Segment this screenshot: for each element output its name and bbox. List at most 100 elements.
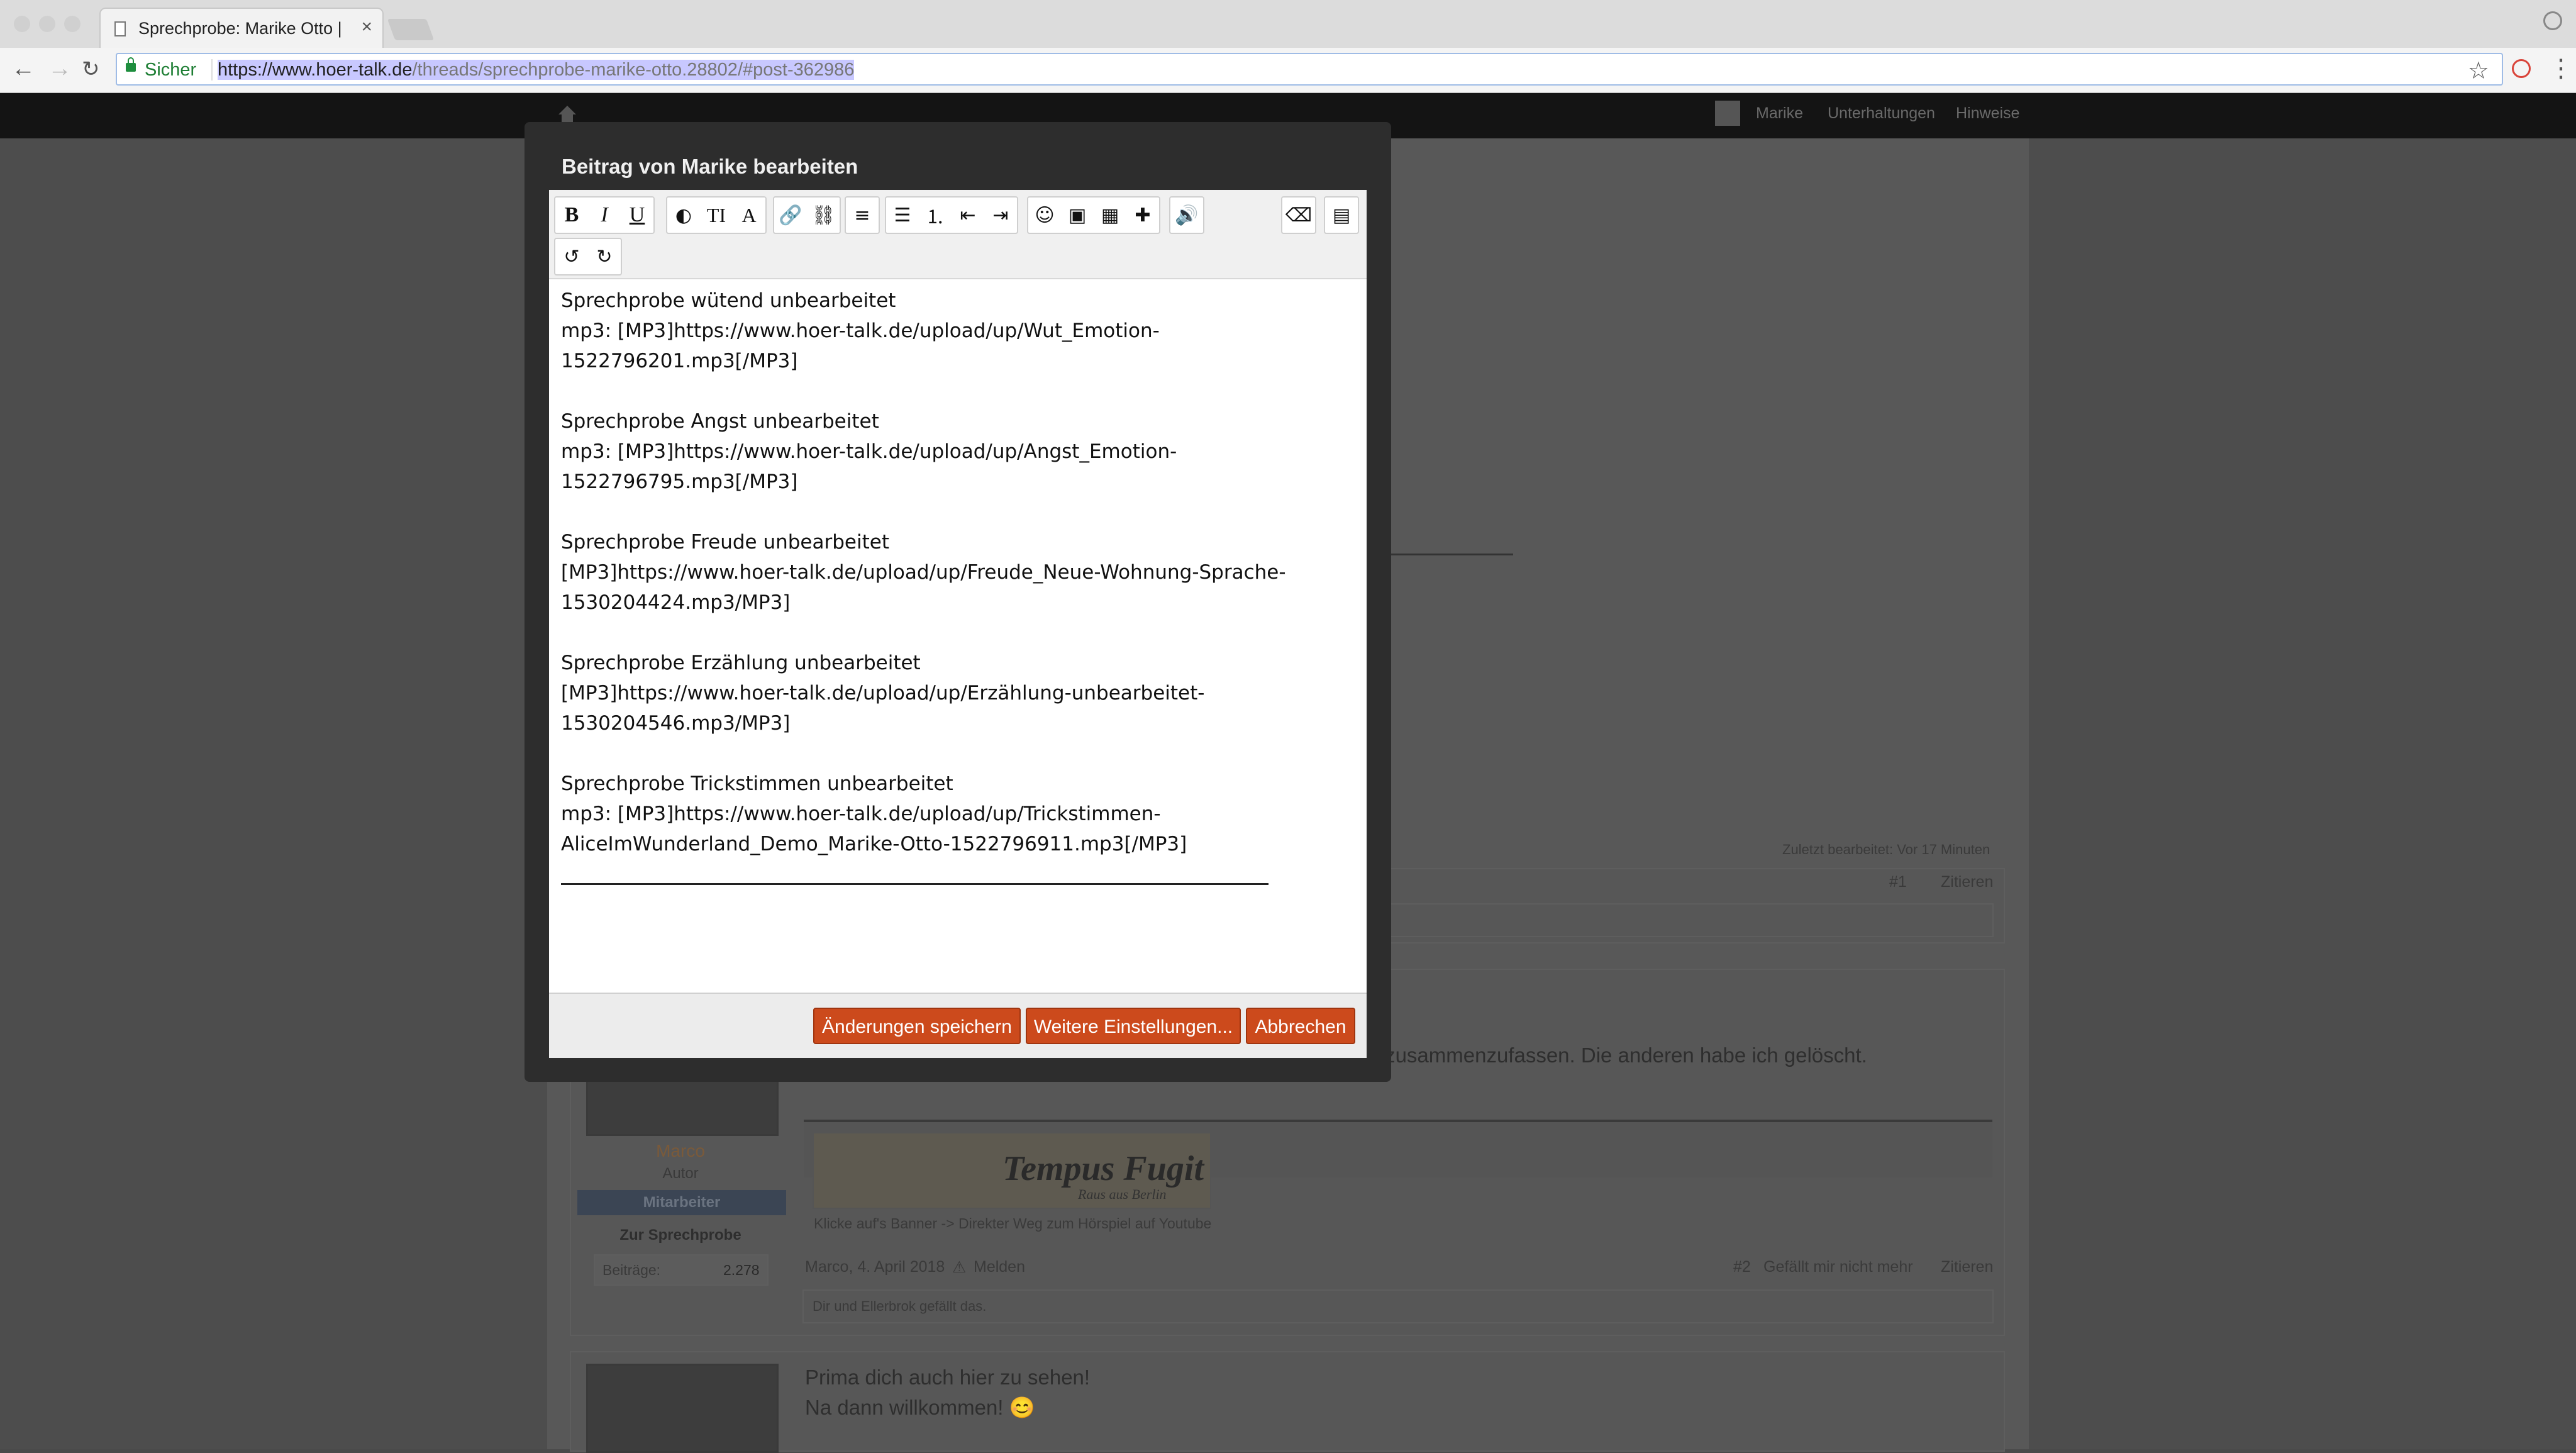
minimize-window-button[interactable] (39, 16, 55, 32)
menu-icon[interactable]: ⋮ (2548, 54, 2573, 83)
font-family-icon[interactable]: A (733, 198, 765, 233)
content-paragraph-4: Sprechprobe Erzählung unbearbeitet [MP3]… (561, 648, 1353, 738)
redo-icon[interactable]: ↻ (588, 239, 621, 274)
insert-group: ☺ ▣ ▦ ✚ (1027, 196, 1160, 234)
new-tab-button[interactable] (387, 19, 435, 40)
post-3-box (570, 1351, 2005, 1452)
extension-icon[interactable] (2512, 59, 2531, 78)
bold-icon[interactable]: B (555, 198, 588, 233)
link-group: 🔗 ⛓ (773, 196, 841, 234)
indent-icon[interactable]: ⇥ (984, 198, 1017, 233)
color-icon[interactable]: ◐ (667, 198, 700, 233)
paragraph-5-line2: AliceImWunderland_Demo_Marike-Otto-15227… (561, 833, 1187, 855)
staff-badge: Mitarbeiter (577, 1190, 786, 1215)
remove-format-icon[interactable]: ⌫ (1282, 198, 1315, 233)
close-tab-icon[interactable]: × (361, 16, 372, 38)
list-group: ☰ ⒈ ⇤ ⇥ (885, 196, 1018, 234)
paragraph-3-line: [MP3]https://www.hoer-talk.de/upload/up/… (561, 561, 1286, 584)
paragraph-4-line: [MP3]https://www.hoer-talk.de/upload/up/… (561, 682, 1205, 704)
italic-icon[interactable]: I (588, 198, 621, 233)
profile-icon[interactable] (2543, 11, 2562, 30)
insert-more-icon[interactable]: ✚ (1126, 198, 1159, 233)
user-avatar[interactable] (1715, 101, 1740, 126)
post-2-author-name[interactable]: Marco (586, 1141, 775, 1161)
report-link[interactable]: Melden (974, 1258, 1025, 1276)
header-alerts-link[interactable]: Hinweise (1956, 104, 2019, 123)
lock-icon (126, 57, 136, 72)
align-icon[interactable]: ≡ (846, 198, 879, 233)
post-1-number[interactable]: #1 (1889, 873, 1907, 891)
paragraph-3-title: Sprechprobe Freude unbearbeitet (561, 531, 889, 554)
maximize-window-button[interactable] (64, 16, 80, 32)
header-conversations-link[interactable]: Unterhaltungen (1828, 104, 1935, 123)
post-3-line-1: Prima dich auch hier zu sehen! (805, 1366, 1091, 1389)
link-icon[interactable]: 🔗 (774, 198, 807, 233)
font-size-icon[interactable]: TI (700, 198, 733, 233)
address-separator (211, 59, 213, 81)
save-changes-button[interactable]: Änderungen speichern (813, 1008, 1021, 1044)
bullet-list-icon[interactable]: ☰ (886, 198, 919, 233)
content-paragraph-1: Sprechprobe wütend unbearbeitet mp3: [MP… (561, 286, 1353, 376)
close-window-button[interactable] (14, 16, 30, 32)
editor-content[interactable]: Sprechprobe wütend unbearbeitet mp3: [MP… (561, 286, 1353, 889)
paragraph-3-line2: 1530204424.mp3/MP3] (561, 591, 791, 614)
home-icon[interactable] (558, 106, 576, 123)
browser-tab[interactable]: Sprechprobe: Marike Otto | Ho × (99, 8, 384, 48)
content-paragraph-3: Sprechprobe Freude unbearbeitet [MP3]htt… (561, 527, 1353, 618)
secure-label: Sicher (145, 60, 197, 80)
media-icon[interactable]: ▦ (1094, 198, 1126, 233)
paragraph-5-line: mp3: [MP3]https://www.hoer-talk.de/uploa… (561, 803, 1161, 825)
tempus-fugit-banner[interactable]: Tempus Fugit Raus aus Berlin (813, 1132, 1211, 1209)
banner-subtitle: Raus aus Berlin (1078, 1186, 1167, 1202)
unlink-icon[interactable]: ⛓ (807, 198, 840, 233)
url-path: /threads/sprechprobe-marike-otto.28802/#… (412, 60, 855, 80)
editor-toolbar: B I U ◐ TI A 🔗 ⛓ ≡ ☰ ⒈ ⇤ ⇥ ☺ ▣ ▦ ✚ 🔊 ⌫ ▤… (549, 190, 1367, 279)
forward-icon[interactable]: → (48, 55, 72, 82)
more-options-button[interactable]: Weitere Einstellungen... (1026, 1008, 1241, 1044)
banner-caption: Klicke auf's Banner -> Direkter Weg zum … (814, 1215, 1212, 1232)
back-icon[interactable]: ← (11, 55, 35, 82)
post-3-avatar[interactable] (586, 1364, 779, 1453)
post-2-author-title: Autor (662, 1165, 699, 1182)
post-2-likes-bar: Dir und Ellerbrok gefällt das. (802, 1289, 1994, 1323)
numbered-list-icon[interactable]: ⒈ (919, 198, 952, 233)
post-2-author-link[interactable]: Zur Sprechprobe (586, 1227, 775, 1244)
paragraph-2-title: Sprechprobe Angst unbearbeitet (561, 410, 879, 433)
toggle-source-icon[interactable]: ▤ (1325, 198, 1358, 233)
dialog-footer: Änderungen speichern Weitere Einstellung… (549, 993, 1367, 1058)
outdent-icon[interactable]: ⇤ (952, 198, 984, 233)
cancel-button[interactable]: Abbrechen (1246, 1008, 1355, 1044)
likes-text: Dir und Ellerbrok gefällt das. (813, 1298, 987, 1314)
format-group: B I U (554, 196, 655, 234)
warning-icon: ⚠ (952, 1259, 967, 1276)
paragraph-4-title: Sprechprobe Erzählung unbearbeitet (561, 652, 921, 674)
font-group: ◐ TI A (666, 196, 767, 234)
banner-title: Tempus Fugit (1002, 1149, 1204, 1188)
star-icon[interactable]: ☆ (2468, 57, 2489, 85)
tab-title: Sprechprobe: Marike Otto | Ho (138, 19, 346, 38)
browser-toolbar: ← → ↻ Sicher https://www.hoer-talk.de/th… (0, 48, 2576, 93)
history-group: ↺ ↻ (554, 238, 622, 276)
paragraph-1-line2: 1522796201.mp3[/MP3] (561, 350, 798, 372)
post-2-meta[interactable]: Marco, 4. April 2018 (805, 1258, 945, 1276)
header-user-link[interactable]: Marike (1756, 104, 1803, 123)
content-horizontal-rule (561, 883, 1269, 885)
post-2-quote-link[interactable]: Zitieren (1941, 1258, 1993, 1276)
smiley-icon[interactable]: ☺ (1028, 198, 1061, 233)
audio-icon[interactable]: 🔊 (1170, 198, 1203, 233)
post-3-line-2: Na dann willkommen! 😊 (805, 1396, 1035, 1419)
unlike-link[interactable]: Gefällt mir nicht mehr (1763, 1258, 1913, 1276)
image-icon[interactable]: ▣ (1061, 198, 1094, 233)
post-2-number[interactable]: #2 (1733, 1258, 1751, 1276)
content-paragraph-2: Sprechprobe Angst unbearbeitet mp3: [MP3… (561, 406, 1353, 497)
undo-icon[interactable]: ↺ (555, 239, 588, 274)
url-text[interactable]: https://www.hoer-talk.de/threads/sprechp… (218, 60, 855, 81)
underline-icon[interactable]: U (621, 198, 653, 233)
reload-icon[interactable]: ↻ (82, 57, 100, 82)
dialog-title: Beitrag von Marike bearbeiten (562, 155, 858, 178)
align-group: ≡ (845, 196, 880, 234)
address-bar[interactable]: Sicher https://www.hoer-talk.de/threads/… (116, 53, 2503, 86)
source-group: ▤ (1324, 196, 1359, 234)
post-1-quote-link[interactable]: Zitieren (1941, 873, 1993, 891)
post-editor: B I U ◐ TI A 🔗 ⛓ ≡ ☰ ⒈ ⇤ ⇥ ☺ ▣ ▦ ✚ 🔊 ⌫ ▤… (549, 190, 1367, 1058)
